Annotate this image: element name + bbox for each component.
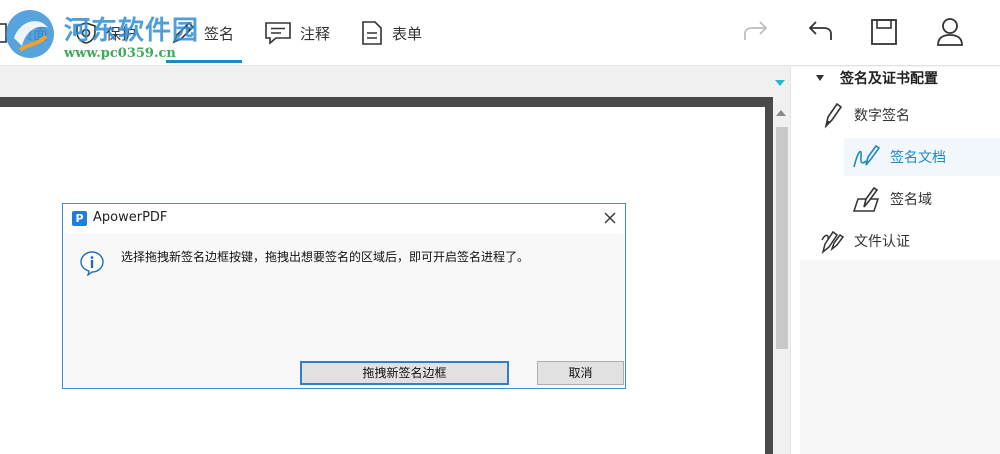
- scrollbar-thumb[interactable]: [776, 127, 788, 349]
- cancel-button[interactable]: 取消: [537, 361, 624, 385]
- redo-icon[interactable]: [742, 20, 770, 46]
- top-toolbar: 页面 保护 签名 注释 表单: [0, 0, 1000, 66]
- toolbar-form-label: 表单: [392, 24, 423, 43]
- undo-icon[interactable]: [806, 20, 834, 46]
- collapse-caret-icon[interactable]: [816, 75, 824, 81]
- toolbar-comment-button[interactable]: 注释: [264, 14, 330, 52]
- save-icon[interactable]: [870, 18, 898, 46]
- toolbar-sign-button[interactable]: 签名: [170, 14, 234, 52]
- panel-empty-area: [800, 260, 1000, 454]
- sign-document-icon: [853, 144, 880, 168]
- panel-item-label: 签名域: [890, 192, 932, 208]
- panel-title: 签名及证书配置: [840, 71, 938, 87]
- toolbar-page-button[interactable]: 页面: [0, 14, 48, 52]
- document-header-strip: [0, 67, 790, 97]
- panel-item-label: 签名文档: [890, 150, 946, 166]
- pen-icon: [172, 21, 195, 44]
- shield-icon: [76, 22, 96, 44]
- toolbar-protect-button[interactable]: 保护: [74, 14, 136, 52]
- message-dialog: P ApowerPDF 选择拖拽新签名边框按键，拖拽出想要签名的区域后，即可开启…: [62, 203, 626, 389]
- toolbar-sign-label: 签名: [204, 24, 235, 43]
- toolbar-comment-label: 注释: [300, 24, 331, 43]
- drag-new-signature-button[interactable]: 拖拽新签名边框: [300, 361, 509, 385]
- digital-sign-icon: [824, 102, 843, 129]
- panel-item-label: 数字签名: [854, 108, 910, 124]
- dialog-title-bar[interactable]: P ApowerPDF: [63, 204, 625, 234]
- info-icon: [80, 251, 104, 276]
- certify-icon: [821, 230, 844, 255]
- chevron-down-icon[interactable]: [775, 80, 785, 86]
- panel-item-digital-sign[interactable]: 数字签名: [822, 101, 910, 129]
- panel-item-certify[interactable]: 文件认证: [820, 227, 910, 255]
- close-icon[interactable]: [600, 208, 620, 228]
- toolbar-form-button[interactable]: 表单: [360, 14, 422, 52]
- app-logo-icon: P: [72, 211, 87, 226]
- comment-icon: [265, 22, 291, 45]
- panel-item-sign-document[interactable]: 签名文档: [852, 143, 946, 171]
- panel-item-label: 文件认证: [854, 234, 910, 250]
- toolbar-protect-label: 保护: [106, 24, 137, 43]
- panel-item-sign-field[interactable]: 签名域: [852, 185, 932, 213]
- scroll-up-arrow-icon[interactable]: [776, 110, 786, 116]
- toolbar-page-label: 页面: [18, 24, 49, 43]
- active-tab-indicator: [166, 60, 242, 63]
- dialog-message: 选择拖拽新签名边框按键，拖拽出想要签名的区域后，即可开启签名进程了。: [121, 250, 530, 264]
- user-icon[interactable]: [935, 16, 965, 48]
- page-icon: [0, 23, 7, 43]
- sign-field-icon: [852, 186, 880, 212]
- form-icon: [362, 21, 382, 45]
- dialog-title: ApowerPDF: [93, 210, 168, 225]
